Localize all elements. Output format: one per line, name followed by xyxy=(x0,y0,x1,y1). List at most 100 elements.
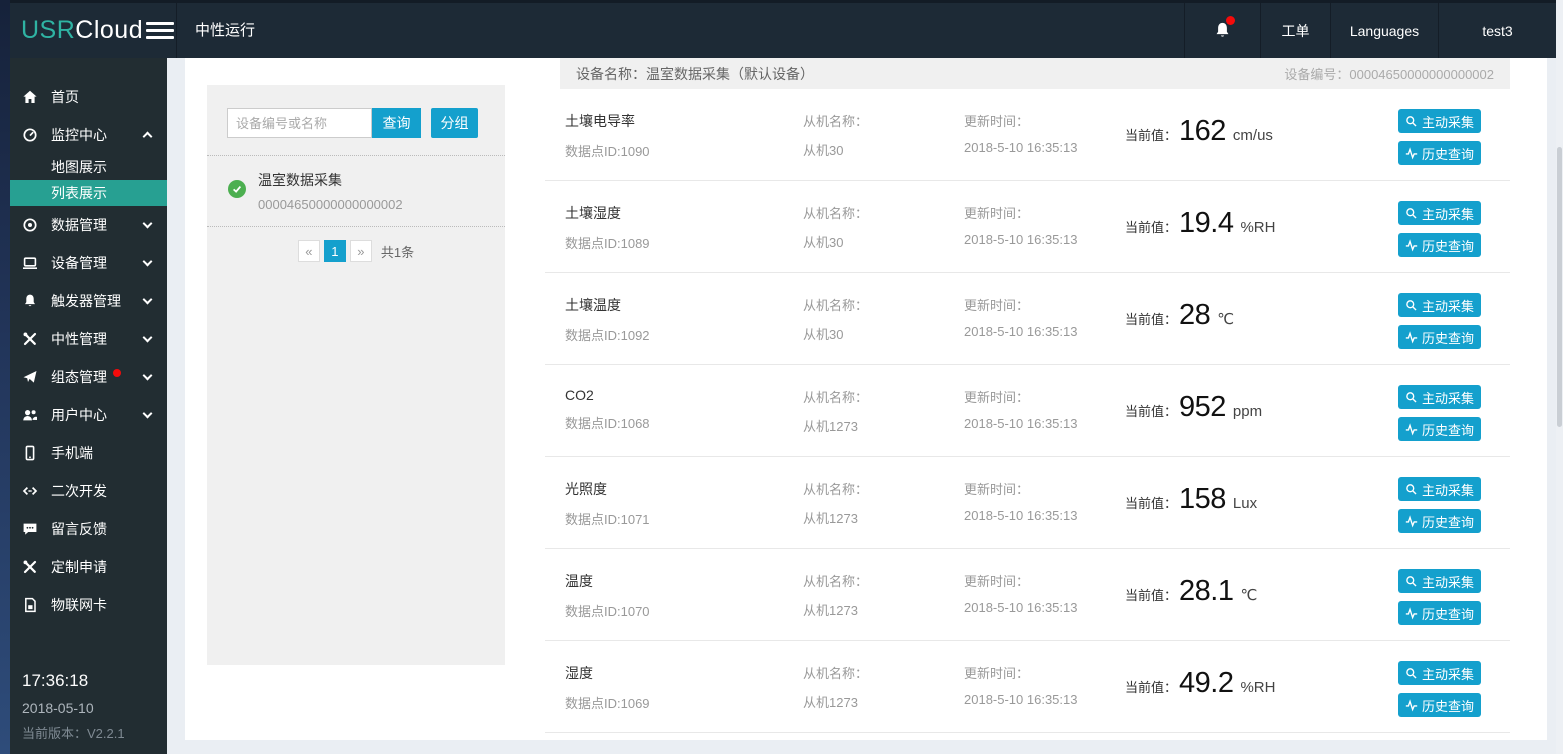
clock-date: 2018-05-10 xyxy=(22,700,94,716)
sidebar-item-mobile[interactable]: 手机端 xyxy=(10,434,167,472)
group-button[interactable]: 分组 xyxy=(431,108,478,138)
desktop-edge-strip xyxy=(0,0,10,754)
update-time: 2018-5-10 16:35:13 xyxy=(964,324,1078,339)
magnifier-icon xyxy=(1406,391,1417,403)
tools-icon xyxy=(22,331,38,347)
value-unit: ℃ xyxy=(1217,311,1235,328)
datapoint-id: 数据点ID:1089 xyxy=(565,236,650,251)
value-unit: ℃ xyxy=(1240,587,1258,604)
gauge-icon xyxy=(22,127,38,143)
current-value: 28 xyxy=(1179,299,1211,331)
chevron-down-icon xyxy=(142,370,153,381)
chevron-down-icon xyxy=(142,332,153,343)
datapoint-row-illuminance: 光照度 数据点ID:1071 从机名称： 从机1273 更新时间： 2018-5-10… xyxy=(545,457,1510,549)
datapoint-list: 设备名称：温室数据采集（默认设备） 设备编号：00004650000000000… xyxy=(545,58,1510,733)
sidebar-item-data-management[interactable]: 数据管理 xyxy=(10,206,167,244)
update-time: 2018-5-10 16:35:13 xyxy=(964,416,1078,431)
update-time: 2018-5-10 16:35:13 xyxy=(964,232,1078,247)
update-time: 2018-5-10 16:35:13 xyxy=(964,600,1078,615)
datapoint-name: 湿度 xyxy=(565,665,593,681)
sidebar-item-secondary-development[interactable]: 二次开发 xyxy=(10,472,167,510)
sidebar: 首页 监控中心 地图展示 列表展示 数据管理 设备管理 触发器管理 中性管理 组… xyxy=(10,58,167,754)
page-title: 中性运行 xyxy=(195,22,256,39)
history-button[interactable]: 历史查询 xyxy=(1398,601,1482,625)
collect-button[interactable]: 主动采集 xyxy=(1398,201,1482,225)
topbar: USRCloud 中性运行 工单 Languages test3 xyxy=(10,0,1556,58)
slave-name: 从机1273 xyxy=(803,603,858,618)
datapoint-row-soil-humidity: 土壤湿度 数据点ID:1089 从机名称： 从机30 更新时间： 2018-5-10 … xyxy=(545,181,1510,273)
code-icon xyxy=(22,483,38,499)
sidebar-item-device-management[interactable]: 设备管理 xyxy=(10,244,167,282)
datapoint-row-soil-temperature: 土壤温度 数据点ID:1092 从机名称： 从机30 更新时间： 2018-5-10 … xyxy=(545,273,1510,365)
notifications-button[interactable] xyxy=(1184,3,1260,58)
device-list-panel: 查询 分组 温室数据采集 00004650000000000002 « 1 » … xyxy=(207,85,505,665)
collect-button[interactable]: 主动采集 xyxy=(1398,569,1482,593)
collect-button[interactable]: 主动采集 xyxy=(1398,477,1482,501)
collect-button[interactable]: 主动采集 xyxy=(1398,109,1482,133)
users-icon xyxy=(22,407,38,423)
collect-button[interactable]: 主动采集 xyxy=(1398,661,1482,685)
history-button[interactable]: 历史查询 xyxy=(1398,693,1482,717)
datapoint-name: 温度 xyxy=(565,573,593,589)
sidebar-item-feedback[interactable]: 留言反馈 xyxy=(10,510,167,548)
history-button[interactable]: 历史查询 xyxy=(1398,233,1482,257)
value-unit: %RH xyxy=(1240,679,1276,696)
sim-card-icon xyxy=(22,597,38,613)
history-button[interactable]: 历史查询 xyxy=(1398,325,1482,349)
device-name: 温室数据采集 xyxy=(258,172,342,188)
magnifier-icon xyxy=(1406,207,1417,219)
hamburger-menu-icon[interactable] xyxy=(146,22,174,39)
comment-icon xyxy=(22,521,38,537)
sidebar-item-configuration-management[interactable]: 组态管理 xyxy=(10,358,167,396)
pulse-icon xyxy=(1405,606,1418,620)
scrollbar-thumb[interactable] xyxy=(1557,147,1562,427)
update-time: 2018-5-10 16:35:13 xyxy=(964,692,1078,707)
datapoint-row-soil-conductivity: 土壤电导率 数据点ID:1090 从机名称： 从机30 更新时间： 2018-5-10… xyxy=(545,89,1510,181)
chevron-down-icon xyxy=(142,218,153,229)
pagination-prev-button[interactable]: « xyxy=(297,240,320,262)
pagination-page-1[interactable]: 1 xyxy=(323,240,346,262)
sidebar-item-neutral-management[interactable]: 中性管理 xyxy=(10,320,167,358)
logo-usr: USR xyxy=(21,16,76,44)
current-value: 49.2 xyxy=(1179,667,1234,699)
device-search-input[interactable] xyxy=(227,108,372,138)
slave-name: 从机1273 xyxy=(803,695,858,710)
history-button[interactable]: 历史查询 xyxy=(1398,417,1482,441)
user-menu[interactable]: test3 xyxy=(1438,3,1556,58)
sidebar-item-trigger-management[interactable]: 触发器管理 xyxy=(10,282,167,320)
history-button[interactable]: 历史查询 xyxy=(1398,141,1482,165)
content-card: 查询 分组 温室数据采集 00004650000000000002 « 1 » … xyxy=(185,58,1547,740)
datapoint-row-temperature: 温度 数据点ID:1070 从机名称： 从机1273 更新时间： 2018-5-10 … xyxy=(545,549,1510,641)
pagination-next-button[interactable]: » xyxy=(349,240,372,262)
datapoint-id: 数据点ID:1090 xyxy=(565,144,650,159)
sidebar-item-list-view[interactable]: 列表展示 xyxy=(10,180,167,206)
datapoint-id: 数据点ID:1070 xyxy=(565,604,650,619)
pagination-total: 共1条 xyxy=(380,244,415,260)
chevron-down-icon xyxy=(142,408,153,419)
current-value: 19.4 xyxy=(1179,207,1234,239)
languages-button[interactable]: Languages xyxy=(1330,3,1438,58)
slave-name: 从机30 xyxy=(803,143,844,158)
slave-name: 从机30 xyxy=(803,327,844,342)
sidebar-item-custom-request[interactable]: 定制申请 xyxy=(10,548,167,586)
device-id-label: 设备编号：00004650000000000002 xyxy=(1284,67,1494,82)
datapoint-name: CO2 xyxy=(565,387,594,403)
sidebar-item-home[interactable]: 首页 xyxy=(10,78,167,116)
pulse-icon xyxy=(1405,698,1418,712)
device-list-item[interactable]: 温室数据采集 00004650000000000002 xyxy=(207,156,505,227)
current-value: 158 xyxy=(1179,483,1226,515)
collect-button[interactable]: 主动采集 xyxy=(1398,385,1482,409)
sidebar-item-map-view[interactable]: 地图展示 xyxy=(10,154,167,180)
sidebar-item-iot-card[interactable]: 物联网卡 xyxy=(10,586,167,624)
history-button[interactable]: 历史查询 xyxy=(1398,509,1482,533)
sidebar-item-user-center[interactable]: 用户中心 xyxy=(10,396,167,434)
scrollbar[interactable] xyxy=(1556,0,1563,754)
value-unit: ppm xyxy=(1232,403,1263,420)
work-order-button[interactable]: 工单 xyxy=(1260,3,1330,58)
sidebar-item-monitor-center[interactable]: 监控中心 xyxy=(10,116,167,154)
pagination: « 1 » 共1条 xyxy=(207,240,505,262)
tools-icon xyxy=(22,559,38,575)
collect-button[interactable]: 主动采集 xyxy=(1398,293,1482,317)
datapoint-row-humidity: 湿度 数据点ID:1069 从机名称： 从机1273 更新时间： 2018-5-10 … xyxy=(545,641,1510,733)
search-button[interactable]: 查询 xyxy=(372,108,421,138)
